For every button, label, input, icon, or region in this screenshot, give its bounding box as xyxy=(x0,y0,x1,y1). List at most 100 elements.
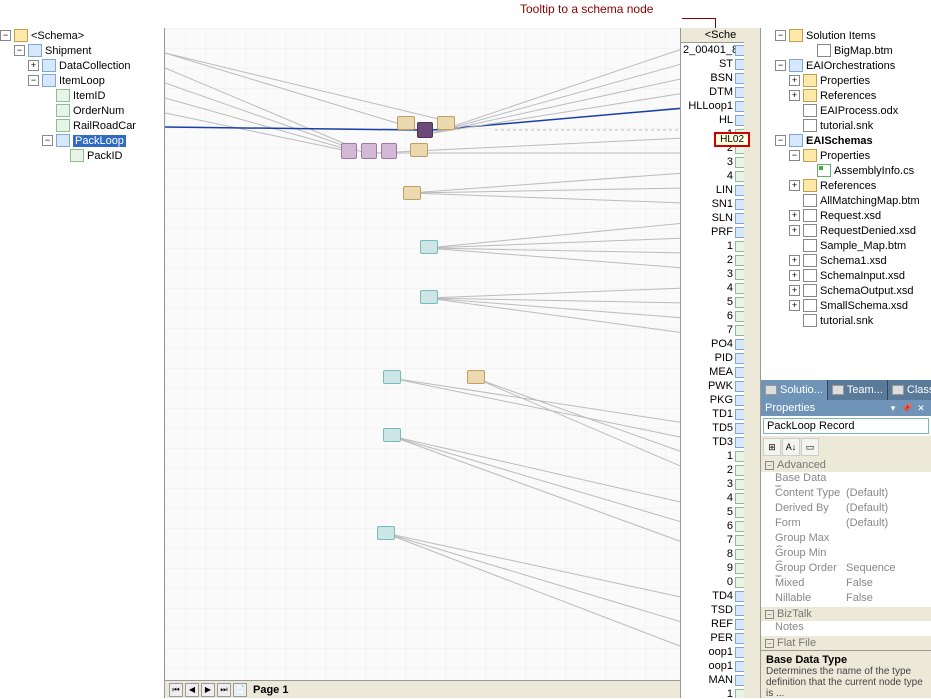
alphabetical-button[interactable]: A↓ xyxy=(782,438,800,456)
expand-icon[interactable]: + xyxy=(28,60,39,71)
functoid[interactable] xyxy=(383,370,401,384)
tree-itemloop[interactable]: ItemLoop xyxy=(59,75,105,87)
functoid[interactable] xyxy=(420,240,438,254)
sol-solution-items[interactable]: Solution Items xyxy=(806,30,876,42)
sol-eaiorch[interactable]: EAIOrchestrations xyxy=(806,60,895,72)
functoid[interactable] xyxy=(377,526,395,540)
categorized-button[interactable]: ⊞ xyxy=(763,438,781,456)
tab-class-view[interactable]: Class... xyxy=(888,380,931,400)
sol-samplemap[interactable]: Sample_Map.btm xyxy=(820,240,906,252)
collapse-icon[interactable]: − xyxy=(789,150,800,161)
functoid[interactable] xyxy=(361,143,377,159)
prop-cat-flatfile[interactable]: −Flat File xyxy=(761,636,931,650)
properties-object-selector[interactable]: PackLoop Record xyxy=(763,418,929,434)
tree-packloop[interactable]: PackLoop xyxy=(73,135,126,147)
sol-request[interactable]: Request.xsd xyxy=(820,210,881,222)
sol-properties[interactable]: Properties xyxy=(820,75,870,87)
sol-tutorial-snk[interactable]: tutorial.snk xyxy=(820,120,873,132)
functoid[interactable] xyxy=(397,116,415,130)
sol-assemblyinfo[interactable]: AssemblyInfo.cs xyxy=(834,165,914,177)
prop-value[interactable] xyxy=(846,547,931,562)
dropdown-icon[interactable]: ▾ xyxy=(887,403,899,413)
sol-schemaoutput[interactable]: SchemaOutput.xsd xyxy=(820,285,914,297)
sol-eaiprocess[interactable]: EAIProcess.odx xyxy=(820,105,898,117)
prop-value[interactable]: False xyxy=(846,592,931,607)
prop-value[interactable]: False xyxy=(846,577,931,592)
expand-icon[interactable]: + xyxy=(789,75,800,86)
properties-grid[interactable]: −Advanced Base Data TypeContent Type(Def… xyxy=(761,458,931,650)
expand-icon[interactable]: + xyxy=(789,285,800,296)
expand-icon[interactable]: + xyxy=(789,255,800,266)
tab-team-explorer[interactable]: Team... xyxy=(828,380,888,400)
tab-solution-explorer[interactable]: Solutio... xyxy=(761,380,828,400)
page-label[interactable]: Page 1 xyxy=(253,684,288,696)
collapse-icon[interactable]: − xyxy=(765,610,774,619)
collapse-icon[interactable]: − xyxy=(775,135,786,146)
sol-schemainput[interactable]: SchemaInput.xsd xyxy=(820,270,905,282)
scrollbar[interactable] xyxy=(744,28,760,698)
collapse-icon[interactable]: − xyxy=(765,461,774,470)
functoid[interactable] xyxy=(467,370,485,384)
tree-datacollection[interactable]: DataCollection xyxy=(59,60,131,72)
collapse-icon[interactable]: − xyxy=(0,30,11,41)
sol-bigmap[interactable]: BigMap.btm xyxy=(834,45,893,57)
functoid[interactable] xyxy=(341,143,357,159)
tree-shipment[interactable]: Shipment xyxy=(45,45,91,57)
destination-schema-tree[interactable]: <Sche 2_00401_856ST+BSN+DTM+HLLoop1-HL-1… xyxy=(681,28,761,698)
prop-cat-biztalk[interactable]: −BizTalk xyxy=(761,607,931,621)
tree-railroadcar[interactable]: RailRoadCar xyxy=(73,120,136,132)
sol-allmatching[interactable]: AllMatchingMap.btm xyxy=(820,195,920,207)
expand-icon[interactable]: + xyxy=(789,225,800,236)
tree-ordernum[interactable]: OrderNum xyxy=(73,105,124,117)
collapse-icon[interactable]: − xyxy=(775,60,786,71)
expand-icon[interactable]: + xyxy=(789,180,800,191)
prop-value[interactable]: Sequence xyxy=(846,562,931,577)
tree-itemid[interactable]: ItemID xyxy=(73,90,105,102)
expand-icon[interactable]: + xyxy=(789,270,800,281)
sol-references[interactable]: References xyxy=(820,90,876,102)
expand-icon[interactable]: + xyxy=(789,90,800,101)
collapse-icon[interactable]: − xyxy=(14,45,25,56)
expand-icon[interactable]: + xyxy=(789,300,800,311)
solution-explorer[interactable]: − Solution Items BigMap.btm − EAIOrchestra… xyxy=(761,28,931,380)
property-row[interactable]: NillableFalse xyxy=(761,592,931,607)
functoid[interactable] xyxy=(420,290,438,304)
mapper-grid[interactable]: ⏮ ◀ ▶ ⏭ 📄 Page 1 xyxy=(165,28,681,698)
source-schema-tree[interactable]: −<Schema> −Shipment +DataCollection −Ite… xyxy=(0,28,165,698)
property-row[interactable]: Derived By(Default) xyxy=(761,502,931,517)
functoid-looping[interactable] xyxy=(417,122,433,138)
pin-icon[interactable]: 📌 xyxy=(901,403,913,413)
sol-schema1[interactable]: Schema1.xsd xyxy=(820,255,887,267)
first-page-button[interactable]: ⏮ xyxy=(169,683,183,697)
prop-value[interactable] xyxy=(846,532,931,547)
prop-value[interactable]: (Default) xyxy=(846,487,931,502)
property-row[interactable]: Content Type(Default) xyxy=(761,487,931,502)
collapse-icon[interactable]: − xyxy=(765,639,774,648)
sol-requestdenied[interactable]: RequestDenied.xsd xyxy=(820,225,916,237)
sol-eaischemas[interactable]: EAISchemas xyxy=(806,135,873,147)
property-row[interactable]: Group Order TySequence xyxy=(761,562,931,577)
prop-value[interactable]: (Default) xyxy=(846,517,931,532)
sol-smallschema[interactable]: SmallSchema.xsd xyxy=(820,300,908,312)
functoid[interactable] xyxy=(381,143,397,159)
functoid[interactable] xyxy=(410,143,428,157)
functoid[interactable] xyxy=(437,116,455,130)
prop-cat-advanced[interactable]: −Advanced xyxy=(761,458,931,472)
tree-root[interactable]: <Schema> xyxy=(31,30,84,42)
sol-properties2[interactable]: Properties xyxy=(820,150,870,162)
last-page-button[interactable]: ⏭ xyxy=(217,683,231,697)
collapse-icon[interactable]: − xyxy=(42,135,53,146)
prev-page-button[interactable]: ◀ xyxy=(185,683,199,697)
collapse-icon[interactable]: − xyxy=(775,30,786,41)
sol-references2[interactable]: References xyxy=(820,180,876,192)
close-icon[interactable]: ✕ xyxy=(915,403,927,413)
property-row[interactable]: Base Data Type xyxy=(761,472,931,487)
property-row[interactable]: Group Max Occ xyxy=(761,532,931,547)
sol-tutorial-snk2[interactable]: tutorial.snk xyxy=(820,315,873,327)
functoid[interactable] xyxy=(383,428,401,442)
properties-button[interactable]: ▭ xyxy=(801,438,819,456)
collapse-icon[interactable]: − xyxy=(28,75,39,86)
property-row[interactable]: MixedFalse xyxy=(761,577,931,592)
prop-value[interactable] xyxy=(846,621,931,636)
next-page-button[interactable]: ▶ xyxy=(201,683,215,697)
